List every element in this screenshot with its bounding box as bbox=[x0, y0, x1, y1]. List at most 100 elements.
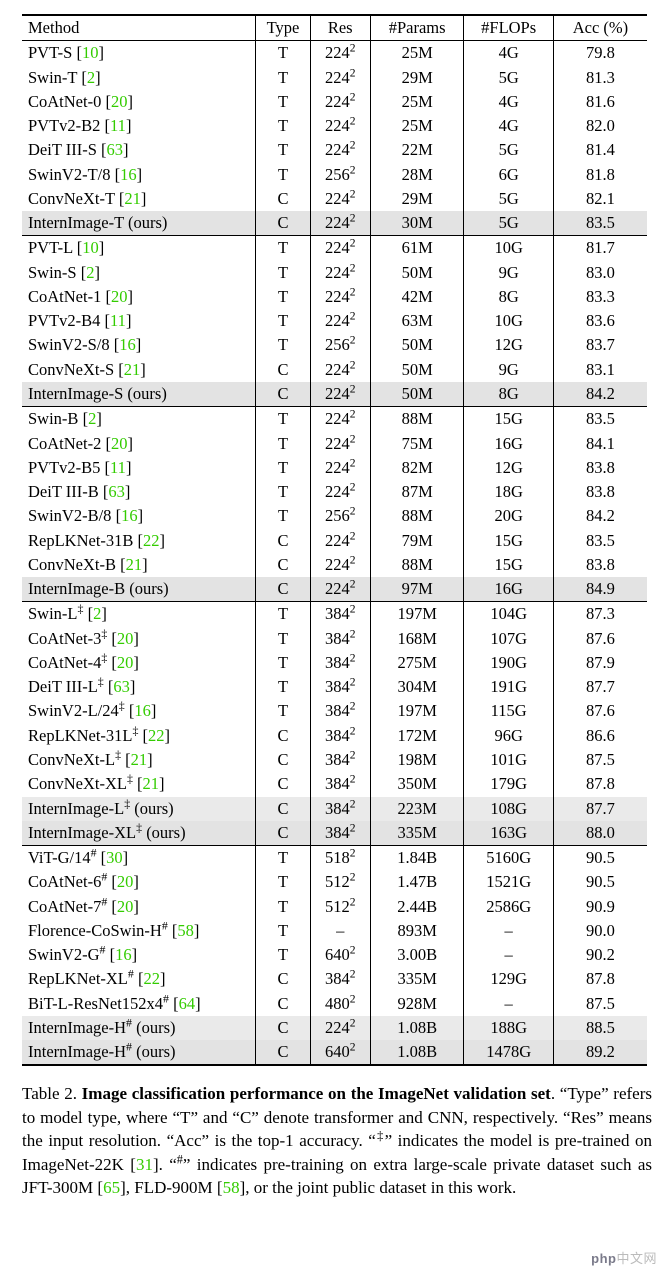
cell-flops: 15G bbox=[464, 553, 553, 577]
citation-link[interactable]: 16 bbox=[120, 165, 137, 184]
method-name: CoAtNet-0 bbox=[28, 92, 101, 111]
citation-link[interactable]: 20 bbox=[111, 92, 128, 111]
cell-flops: 104G bbox=[464, 602, 553, 627]
citation-link[interactable]: 11 bbox=[110, 116, 126, 135]
cell-res: 2242 bbox=[310, 577, 370, 602]
cell-method: SwinV2-L/24‡ [16] bbox=[22, 699, 256, 723]
citation-link[interactable]: 58 bbox=[223, 1178, 240, 1197]
method-name: InternImage-B (ours) bbox=[28, 579, 169, 598]
citation-link[interactable]: 21 bbox=[124, 189, 141, 208]
squared-icon: 2 bbox=[350, 335, 356, 347]
cell-flops: 16G bbox=[464, 432, 553, 456]
cell-params: 42M bbox=[370, 285, 464, 309]
cell-res: 2242 bbox=[310, 114, 370, 138]
citation-link[interactable]: 20 bbox=[111, 287, 128, 306]
citation-link[interactable]: 10 bbox=[82, 238, 99, 257]
cell-flops: – bbox=[464, 943, 553, 967]
hash-icon: # bbox=[100, 943, 106, 957]
citation-link[interactable]: 21 bbox=[143, 774, 160, 793]
method-name: SwinV2-B/8 bbox=[28, 506, 111, 525]
citation-link[interactable]: 20 bbox=[117, 629, 134, 648]
cell-acc: 81.3 bbox=[553, 66, 647, 90]
citation-link[interactable]: 63 bbox=[108, 482, 125, 501]
res-base: 384 bbox=[325, 750, 350, 769]
cell-params: 168M bbox=[370, 627, 464, 651]
res-base: 224 bbox=[325, 92, 350, 111]
citation-link[interactable]: 21 bbox=[126, 555, 143, 574]
dagger-icon: ‡ bbox=[132, 723, 138, 737]
cell-res: 2242 bbox=[310, 309, 370, 333]
cell-method: SwinV2-T/8 [16] bbox=[22, 163, 256, 187]
cell-res: 6402 bbox=[310, 943, 370, 967]
citation-link[interactable]: 16 bbox=[119, 335, 136, 354]
citation-link[interactable]: 10 bbox=[82, 43, 99, 62]
citation-link[interactable]: 21 bbox=[124, 360, 141, 379]
citation-link[interactable]: 22 bbox=[143, 969, 160, 988]
cell-flops: 18G bbox=[464, 480, 553, 504]
method-name: ConvNeXt-XL bbox=[28, 774, 127, 793]
citation-link[interactable]: 63 bbox=[107, 140, 124, 159]
col-type: Type bbox=[256, 15, 310, 41]
cell-method: DeiT III-L‡ [63] bbox=[22, 675, 256, 699]
cell-res: 2242 bbox=[310, 1016, 370, 1040]
citation-link[interactable]: 2 bbox=[93, 604, 101, 623]
table-row: RepLKNet-31B [22]C224279M15G83.5 bbox=[22, 529, 647, 553]
cell-flops: 5160G bbox=[464, 846, 553, 871]
cell-flops: 10G bbox=[464, 236, 553, 261]
cell-acc: 88.5 bbox=[553, 1016, 647, 1040]
cell-type: T bbox=[256, 919, 310, 943]
citation-link[interactable]: 64 bbox=[179, 994, 196, 1013]
citation-link[interactable]: 11 bbox=[110, 458, 126, 477]
cell-flops: 15G bbox=[464, 529, 553, 553]
method-name: InternImage-H bbox=[28, 1018, 126, 1037]
citation-link[interactable]: 2 bbox=[87, 68, 95, 87]
citation-link[interactable]: 65 bbox=[103, 1178, 120, 1197]
squared-icon: 2 bbox=[350, 993, 356, 1005]
citation-link[interactable]: 31 bbox=[136, 1155, 153, 1174]
cell-type: T bbox=[256, 261, 310, 285]
table-row: RepLKNet-31L‡ [22]C3842172M96G86.6 bbox=[22, 724, 647, 748]
cell-res: 3842 bbox=[310, 748, 370, 772]
citation-link[interactable]: 2 bbox=[88, 409, 96, 428]
citation-link[interactable]: 22 bbox=[143, 531, 160, 550]
squared-icon: 2 bbox=[350, 359, 356, 371]
squared-icon: 2 bbox=[350, 530, 356, 542]
cell-acc: 87.7 bbox=[553, 675, 647, 699]
cell-acc: 83.8 bbox=[553, 456, 647, 480]
cell-acc: 83.5 bbox=[553, 211, 647, 236]
table-row: PVT-S [10]T224225M4G79.8 bbox=[22, 41, 647, 66]
method-name: RepLKNet-31L bbox=[28, 726, 132, 745]
cell-type: T bbox=[256, 309, 310, 333]
res-base: 640 bbox=[325, 945, 350, 964]
citation-link[interactable]: 63 bbox=[113, 677, 130, 696]
dagger-icon: ‡ bbox=[376, 1129, 385, 1143]
cell-acc: 87.8 bbox=[553, 772, 647, 796]
citation-link[interactable]: 58 bbox=[177, 921, 194, 940]
citation-link[interactable]: 16 bbox=[115, 945, 132, 964]
citation-link[interactable]: 21 bbox=[131, 750, 148, 769]
cell-acc: 87.3 bbox=[553, 602, 647, 627]
cell-type: C bbox=[256, 1040, 310, 1065]
citation-link[interactable]: 20 bbox=[117, 653, 134, 672]
cell-method: Swin-B [2] bbox=[22, 407, 256, 432]
cell-res: 2242 bbox=[310, 187, 370, 211]
cell-params: 88M bbox=[370, 553, 464, 577]
citation-link[interactable]: 22 bbox=[148, 726, 165, 745]
table-row: SwinV2-T/8 [16]T256228M6G81.8 bbox=[22, 163, 647, 187]
res-base: 224 bbox=[325, 311, 350, 330]
cell-method: CoAtNet-1 [20] bbox=[22, 285, 256, 309]
table-row: InternImage-B (ours)C224297M16G84.9 bbox=[22, 577, 647, 602]
cell-type: T bbox=[256, 602, 310, 627]
cell-params: 88M bbox=[370, 407, 464, 432]
citation-link[interactable]: 20 bbox=[117, 872, 134, 891]
cell-flops: 101G bbox=[464, 748, 553, 772]
citation-link[interactable]: 2 bbox=[86, 263, 94, 282]
table-row: Swin-S [2]T224250M9G83.0 bbox=[22, 261, 647, 285]
citation-link[interactable]: 20 bbox=[111, 434, 128, 453]
cell-res: 2242 bbox=[310, 285, 370, 309]
citation-link[interactable]: 11 bbox=[110, 311, 126, 330]
citation-link[interactable]: 20 bbox=[117, 897, 134, 916]
citation-link[interactable]: 16 bbox=[121, 506, 138, 525]
citation-link[interactable]: 30 bbox=[106, 848, 123, 867]
citation-link[interactable]: 16 bbox=[134, 701, 151, 720]
